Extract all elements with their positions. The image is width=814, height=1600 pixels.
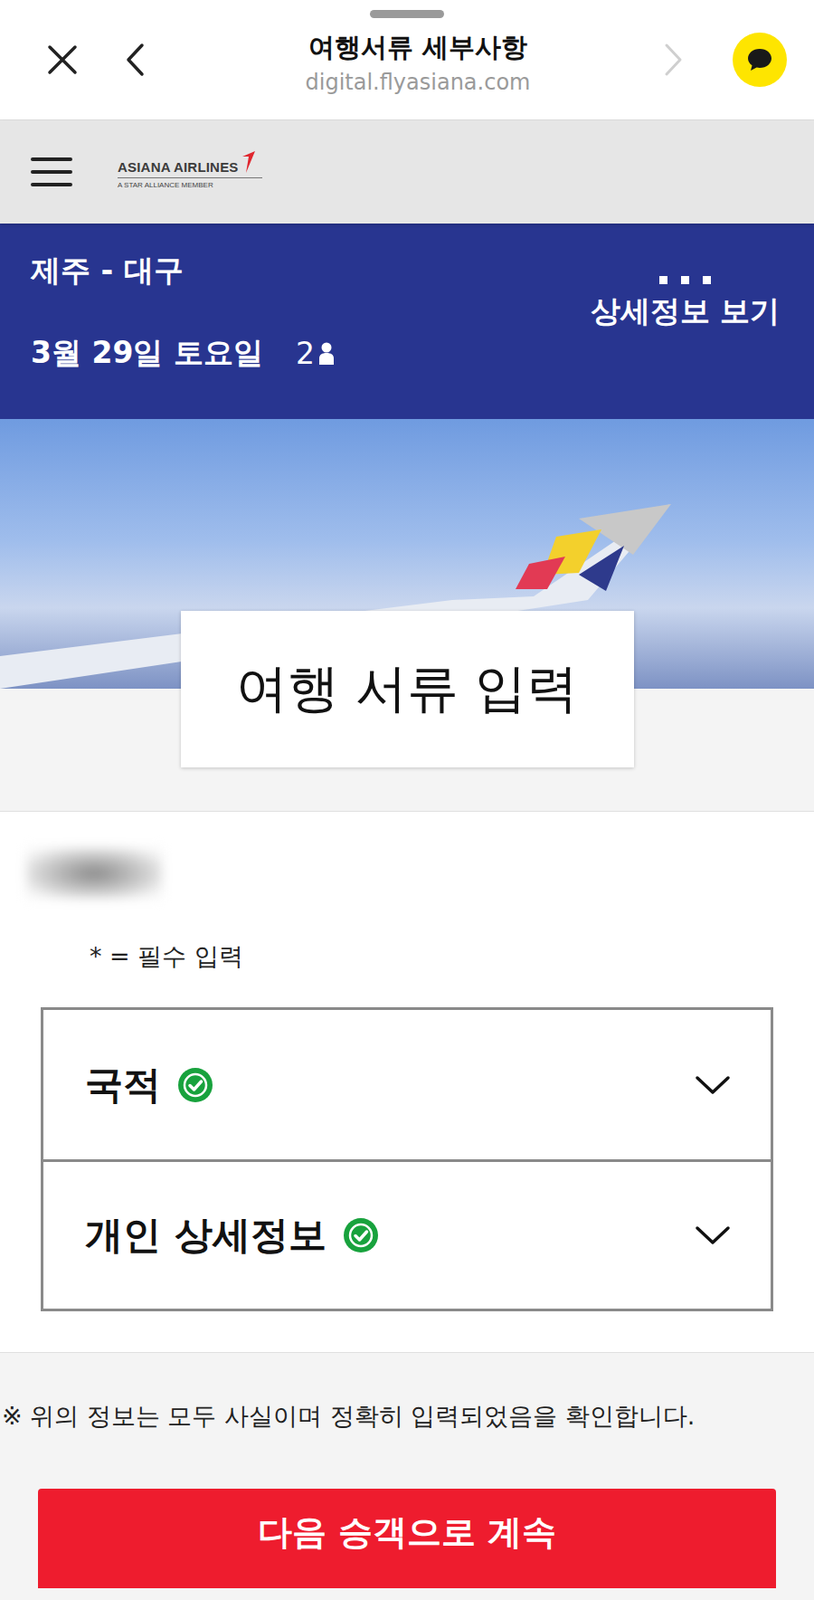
trip-route: 제주 - 대구: [30, 250, 335, 292]
title-block: 여행서류 세부사항digital.flyasiana.com: [184, 24, 652, 95]
more-icon: [659, 275, 711, 284]
site-header: ASIANA AIRLINES A STAR ALLIANCE MEMBER: [0, 120, 814, 224]
confirmation-text: ※ 위의 정보는 모두 사실이며 정확히 입력되었음을 확인합니다.: [0, 1399, 814, 1432]
page: 여행서류 세부사항digital.flyasiana.com ASIANA AIR…: [0, 0, 814, 1600]
heading: 여행 서류 입력: [236, 653, 578, 724]
asiana-logo[interactable]: ASIANA AIRLINES A STAR ALLIANCE MEMBER: [117, 149, 263, 195]
form-sections: 국적개인 상세정보: [40, 1006, 774, 1311]
chat-icon: [746, 46, 774, 74]
person-icon: [318, 341, 335, 366]
back-icon: [124, 42, 145, 77]
close-button[interactable]: [39, 37, 86, 83]
section-label: 개인 상세정보: [85, 1209, 327, 1260]
details-link[interactable]: 상세정보 보기: [590, 250, 781, 419]
chevron-icon: [694, 1223, 731, 1246]
trip-summary: 제주 - 대구 3월 29일 토요일2 상세정보 보기: [0, 223, 814, 419]
section-label: 국적: [85, 1059, 161, 1110]
logo-tagline: A STAR ALLIANCE MEMBER: [117, 180, 263, 190]
sheet-handle[interactable]: [369, 9, 445, 19]
passenger-name-blurred: [26, 847, 162, 899]
next-passenger-button[interactable]: 다음 승객으로 계속: [37, 1487, 777, 1588]
required-note: * = 필수 입력: [89, 939, 774, 973]
forward-icon: [663, 42, 684, 77]
details-label: 상세정보 보기: [590, 291, 781, 332]
page-title: 여행서류 세부사항: [308, 29, 528, 67]
page-url: digital.flyasiana.com: [305, 69, 531, 95]
menu-button[interactable]: [28, 149, 75, 195]
check-icon: [177, 1066, 214, 1103]
passenger-form: * = 필수 입력국적개인 상세정보: [0, 810, 814, 1353]
back-button[interactable]: [85, 37, 185, 83]
trip-date: 3월 29일 토요일2: [30, 332, 335, 374]
close-icon: [47, 44, 78, 76]
passenger-count: 2: [295, 335, 335, 371]
form-section[interactable]: 개인 상세정보: [43, 1158, 771, 1308]
forward-button[interactable]: [651, 37, 697, 83]
logo-wing-icon: [240, 149, 257, 175]
browser-header: 여행서류 세부사항digital.flyasiana.com: [0, 0, 814, 121]
menu-icon: [30, 156, 73, 188]
logo-name: ASIANA AIRLINES: [117, 159, 239, 175]
chat-button[interactable]: [732, 32, 787, 87]
check-icon: [342, 1216, 379, 1253]
chevron-icon: [694, 1073, 731, 1096]
form-section[interactable]: 국적: [43, 1009, 771, 1159]
heading-card: 여행 서류 입력: [180, 610, 635, 767]
